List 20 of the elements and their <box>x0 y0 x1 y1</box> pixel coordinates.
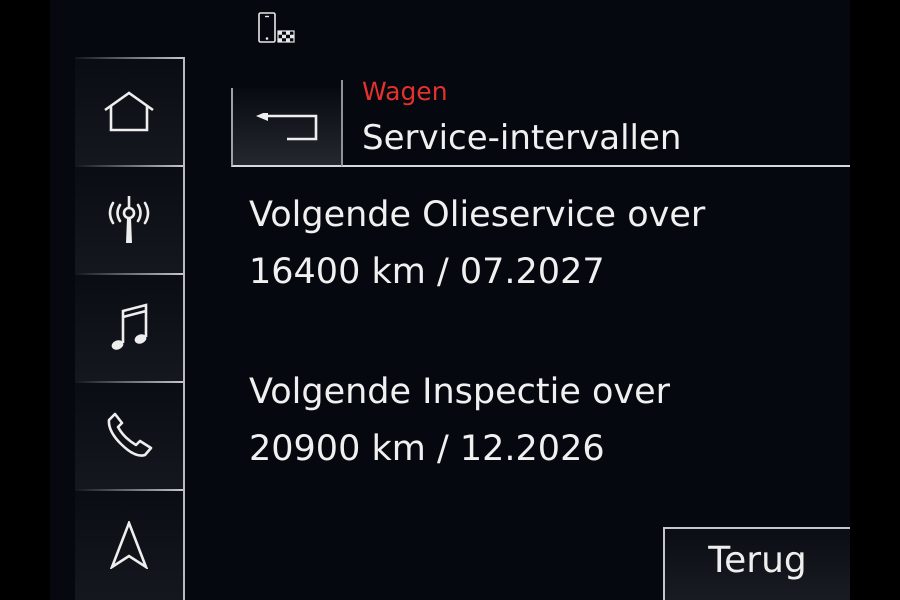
antenna-icon <box>106 194 152 244</box>
back-button[interactable]: Terug <box>663 527 850 600</box>
navigation-arrow-icon <box>110 520 148 568</box>
sidebar-item[interactable] <box>75 273 185 381</box>
service-label: Volgende Olieservice over <box>249 194 706 237</box>
home-icon <box>103 90 155 132</box>
breadcrumb-label: Wagen <box>362 79 448 105</box>
sidebar-item[interactable] <box>75 165 185 273</box>
page-title: Service-intervallen <box>362 119 682 157</box>
phone-handset-icon <box>105 412 153 458</box>
sidebar-item[interactable] <box>75 489 185 600</box>
service-value: 20900 km / 12.2026 <box>249 428 605 471</box>
service-value: 16400 km / 07.2027 <box>249 251 605 294</box>
back-arrow-button[interactable] <box>231 88 341 167</box>
music-note-icon <box>110 302 148 352</box>
sidebar-item[interactable] <box>75 381 185 489</box>
sidebar-item[interactable] <box>75 57 185 165</box>
return-arrow-icon <box>256 112 318 140</box>
phone-flag-icon <box>257 12 297 44</box>
service-label: Volgende Inspectie over <box>249 371 670 414</box>
